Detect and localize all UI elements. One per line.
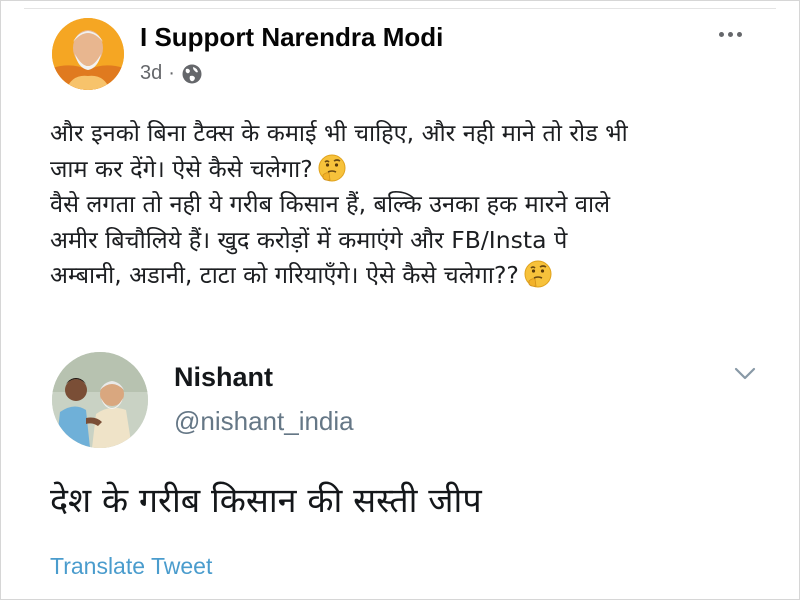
tweet-text: देश के गरीब किसान की सस्ती जीप xyxy=(50,481,482,521)
post-line: जाम कर देंगे। ऐसे कैसे चलेगा? xyxy=(50,154,313,183)
post-timestamp[interactable]: 3d xyxy=(140,62,162,85)
post-line: अम्बानी, अडानी, टाटा को गरियाएँगे। ऐसे क… xyxy=(50,261,519,289)
meta-separator: · xyxy=(168,62,175,84)
globe-icon xyxy=(181,63,203,85)
tweet-author-name[interactable]: Nishant xyxy=(174,362,273,393)
post-body: और इनको बिना टैक्स के कमाई भी चाहिए, और … xyxy=(50,116,766,294)
post-meta: 3d · xyxy=(140,62,203,85)
post-line: और इनको बिना टैक्स के कमाई भी चाहिए, और … xyxy=(50,119,628,147)
page-avatar[interactable] xyxy=(52,18,124,90)
more-options-icon[interactable] xyxy=(712,22,748,46)
post-line-with-emoji: अम्बानी, अडानी, टाटा को गरियाएँगे। ऐसे क… xyxy=(50,258,766,294)
thinking-face-emoji xyxy=(523,259,553,289)
translate-tweet-link[interactable]: Translate Tweet xyxy=(50,553,212,580)
facebook-post: I Support Narendra Modi 3d · और इनको बिन… xyxy=(0,0,800,340)
page-name[interactable]: I Support Narendra Modi xyxy=(140,22,443,53)
post-line: अमीर बिचौलिये हैं। खुद करोड़ों में कमाएं… xyxy=(50,225,568,254)
tweet-author-handle[interactable]: @nishant_india xyxy=(174,406,354,437)
tweet-avatar[interactable] xyxy=(52,352,148,448)
post-line: वैसे लगता तो नही ये गरीब किसान हैं, बल्क… xyxy=(50,190,611,218)
embedded-tweet[interactable]: Nishant @nishant_india देश के गरीब किसान… xyxy=(24,340,776,600)
chevron-down-icon[interactable] xyxy=(734,366,756,380)
thinking-face-emoji xyxy=(317,153,347,183)
post-line-with-emoji: जाम कर देंगे। ऐसे कैसे चलेगा? xyxy=(50,152,766,188)
